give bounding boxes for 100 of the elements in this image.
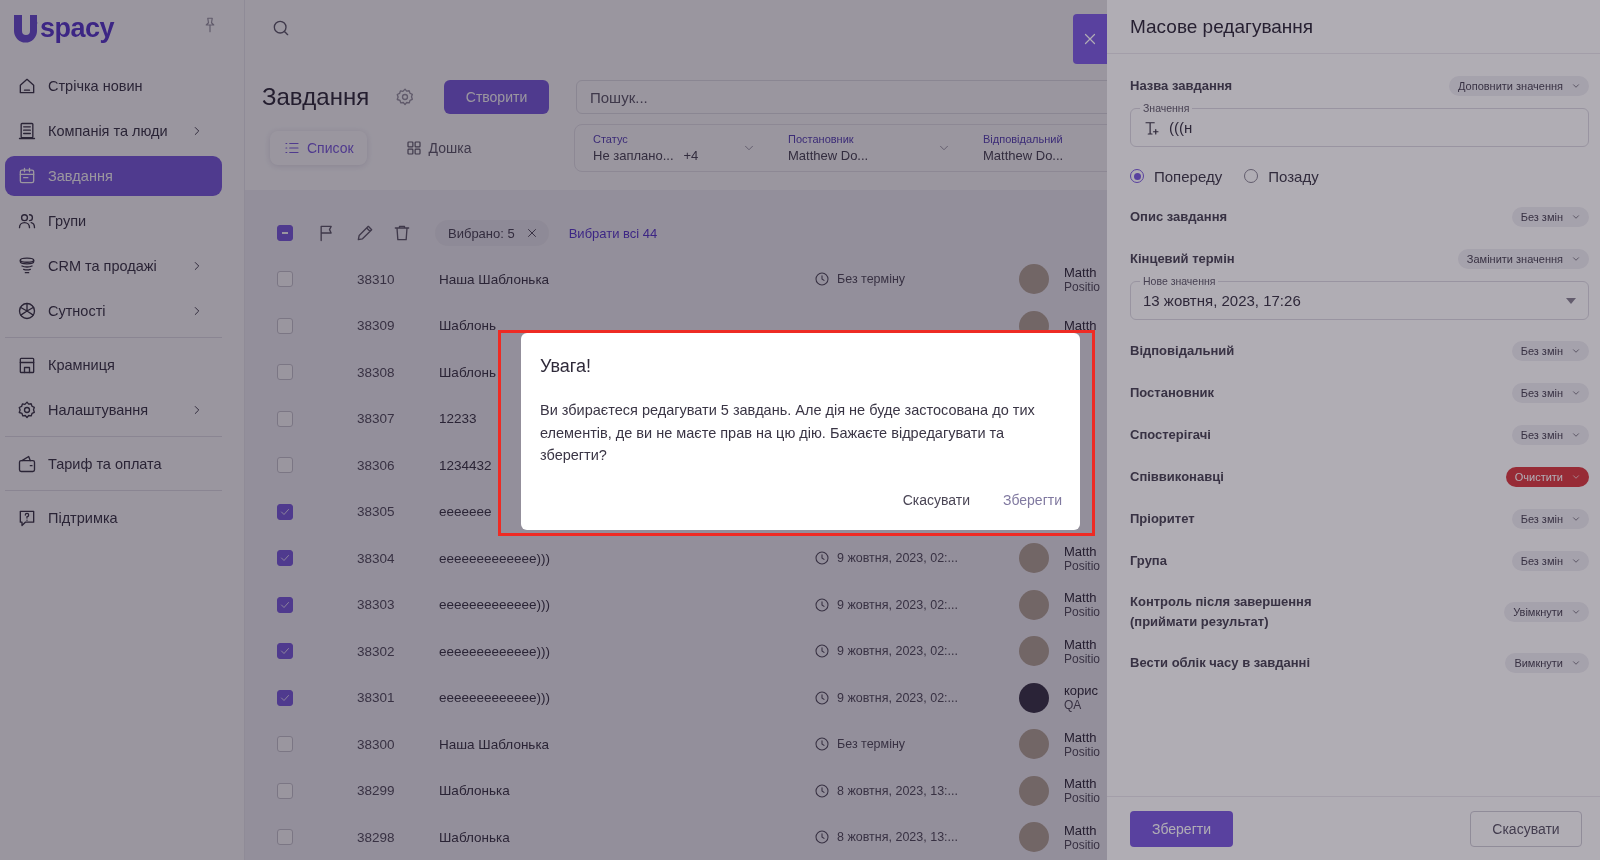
task-title[interactable]: eeeeeeeeeeeee))) [439,690,814,706]
close-button[interactable] [1073,14,1107,64]
help-icon [17,508,37,528]
select-all-link[interactable]: Вибрати всі 44 [568,225,658,241]
task-title[interactable]: Шаблонька [439,829,814,845]
assignee-position: Positio [1064,838,1101,851]
due-date: Без терміну [837,272,906,287]
pencil-icon [355,223,375,243]
row-checkbox[interactable] [277,457,293,474]
sidebar-item[interactable]: Групи [5,201,222,241]
task-id: 38309 [357,318,396,334]
due-date: 9 жовтня, 2023, 02:... [837,644,958,659]
house-icon [17,76,37,96]
row-checkbox[interactable] [277,643,293,660]
action-dropdown[interactable]: Доповнити значення [1449,76,1589,96]
assignee-position: Positio [1064,559,1101,572]
cancel-button[interactable]: Скасувати [1470,810,1582,847]
clock-icon [814,596,830,613]
row-checkbox[interactable] [277,410,293,427]
field-value: (((н [1169,119,1193,136]
avatar-placeholder [1019,775,1049,806]
field-name: Постановник [1130,384,1215,402]
task-id: 38310 [357,271,396,287]
chevron-down-icon [1571,607,1581,617]
sidebar-item[interactable]: Крамниця [5,345,222,385]
view-tab[interactable]: Дошка [391,131,485,165]
row-checkbox[interactable] [277,317,293,334]
row-checkbox[interactable] [277,364,293,381]
filter-dropdown[interactable]: Статус Не заплано... +4 [575,125,770,171]
chevron-down-icon [1571,254,1581,264]
task-title[interactable]: eeeeeeeeeeeee))) [439,550,814,566]
row-checkbox[interactable] [277,271,293,288]
row-checkbox[interactable] [277,550,293,567]
sidebar-item[interactable]: Завдання [5,156,222,196]
sphere-icon [17,301,37,321]
sidebar-item[interactable]: CRM та продажі [5,246,222,286]
radio-option[interactable]: Позаду [1244,167,1319,185]
calendar-icon [17,166,37,186]
panel-title: Масове редагування [1130,15,1314,38]
logo-text: spacy [40,12,115,44]
action-dropdown[interactable]: Очистити [1505,467,1589,487]
assignee-name: Matth [1064,265,1097,279]
sidebar-item[interactable]: Компанія та люди [5,111,222,151]
task-title[interactable]: Шаблонька [439,783,814,799]
task-id: 38304 [357,550,396,566]
sidebar-item[interactable]: Стрічка новин [5,66,222,106]
task-title[interactable]: eeeeeeeeeeeee))) [439,597,814,613]
row-checkbox[interactable] [277,829,293,846]
chevron-down-icon [1571,556,1581,566]
radio-option[interactable]: Попереду [1130,167,1223,185]
clock-icon [814,271,830,288]
people-icon [17,211,37,231]
view-tab[interactable]: Список [270,131,367,165]
row-checkbox[interactable] [277,596,293,613]
task-title[interactable]: Шаблонь [439,318,814,334]
chevron-down-icon [1571,472,1581,482]
assignee-name: Matth [1064,319,1097,333]
field-name: Спостерігачі [1130,426,1211,444]
field-label: Значення [1140,102,1193,114]
dialog-button[interactable]: Скасувати [892,484,980,515]
task-id: 38305 [357,504,396,520]
avatar-placeholder [1019,636,1049,667]
chevron-down-icon [1571,346,1581,356]
action-dropdown[interactable]: Без змін [1511,383,1589,403]
row-checkbox[interactable] [277,689,293,706]
action-dropdown[interactable]: Без змін [1511,425,1589,445]
filter-dropdown[interactable]: Постановник Matthew Do... [770,125,965,171]
task-title[interactable]: Наша Шаблонька [439,271,814,287]
sidebar-item[interactable]: Налаштування [5,390,222,430]
task-title[interactable]: eeeeeeeeeeeee))) [439,643,814,659]
field-name: Відповідальний [1130,342,1235,360]
action-dropdown[interactable]: Без змін [1511,207,1589,227]
action-dropdown[interactable]: Без змін [1511,341,1589,361]
due-date: Без терміну [837,737,906,752]
avatar-placeholder [1019,543,1049,574]
create-button[interactable]: Створити [444,80,549,114]
action-dropdown[interactable]: Вимкнути [1505,653,1589,673]
field-name: Пріоритет [1130,510,1195,528]
due-date: 9 жовтня, 2023, 02:... [837,597,958,612]
row-checkbox[interactable] [277,503,293,520]
avatar-placeholder [1019,822,1049,853]
task-title[interactable]: Наша Шаблонька [439,736,814,752]
task-id: 38308 [357,364,396,380]
assignee-position: Positio [1064,606,1101,619]
sidebar-item[interactable]: Тариф та оплата [5,444,222,484]
action-dropdown[interactable]: Увімкнути [1504,602,1589,622]
row-checkbox[interactable] [277,782,293,799]
sidebar-item[interactable]: Підтримка [5,498,222,538]
sidebar-item[interactable]: Сутності [5,291,222,331]
assignee-name: Matth [1064,823,1097,837]
row-checkbox[interactable] [277,736,293,753]
task-id: 38302 [357,643,396,659]
select-all-checkbox[interactable] [277,225,293,241]
action-dropdown[interactable]: Без змін [1511,551,1589,571]
dialog-message: Ви збираєтеся редагувати 5 завдань. Але дія не буде застосована до тих елементів, де ви не маєте прав на цю дію. Бажаєте відредагувати та зберегти? [540,401,1036,465]
settings-icon [395,87,415,107]
save-button[interactable]: Зберегти [1130,810,1233,847]
clock-icon [814,829,830,846]
action-dropdown[interactable]: Без змін [1511,509,1589,529]
action-dropdown[interactable]: Замінити значення [1457,249,1589,269]
